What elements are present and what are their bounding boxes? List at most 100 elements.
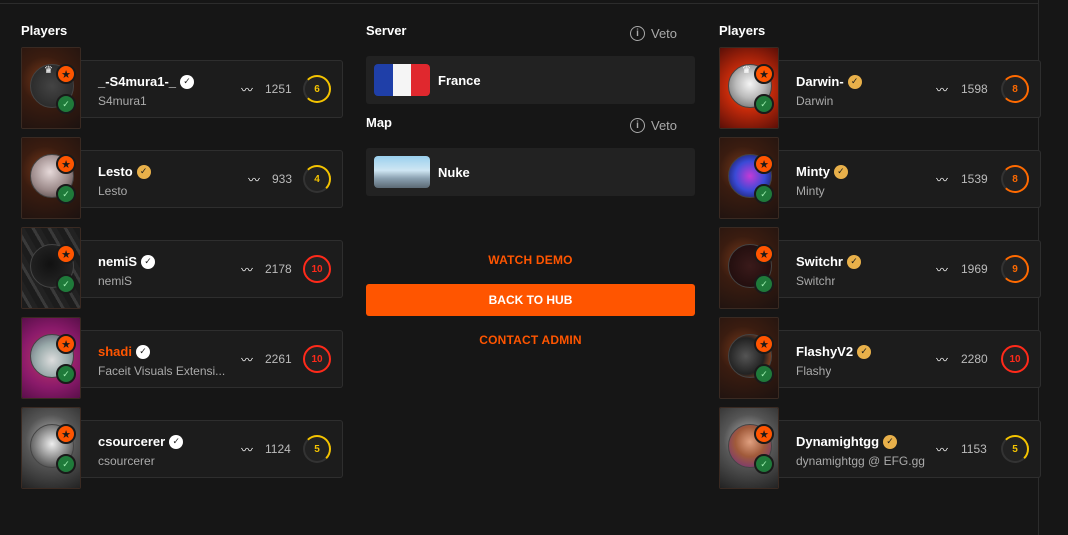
shield-icon: ✓ <box>56 274 76 294</box>
faceit-level-icon: ★ <box>754 244 774 264</box>
faceit-level-icon: ★ <box>56 154 76 174</box>
server-name: France <box>438 73 481 88</box>
verified-icon: ✓ <box>135 344 150 359</box>
avatar[interactable]: ★ ✓ <box>719 227 779 309</box>
shield-icon: ✓ <box>754 454 774 474</box>
france-flag-icon <box>374 64 430 96</box>
elo-icon: 〰 <box>241 443 254 457</box>
skill-level-badge: 8 <box>1001 75 1029 103</box>
player-left-3[interactable]: ★ ✓ nemiS ✓ nemiS 〰 2178 10 <box>21 227 343 309</box>
verified-icon: ✓ <box>847 74 862 89</box>
player-right-5[interactable]: ★ ✓ Dynamightgg ✓ dynamightgg @ EFG.gg 〰… <box>719 407 1041 489</box>
player-card[interactable]: Darwin- ✓ Darwin 〰 1598 8 <box>779 60 1041 118</box>
avatar[interactable]: ★ ✓ <box>719 407 779 489</box>
faceit-level-icon: ★ <box>56 244 76 264</box>
server-card: France <box>366 56 695 104</box>
player-card[interactable]: _-S4mura1-_ ✓ S4mura1 〰 1251 6 <box>81 60 343 118</box>
crown-icon: ♛ <box>44 65 53 76</box>
player-name[interactable]: Switchr <box>796 254 843 269</box>
veto-label: Veto <box>651 118 678 133</box>
skill-level-badge: 6 <box>303 75 331 103</box>
player-card[interactable]: Lesto ✓ Lesto 〰 933 4 <box>81 150 343 208</box>
elo-icon: 〰 <box>248 173 261 187</box>
player-card[interactable]: shadi ✓ Faceit Visuals Extensi... 〰 2261… <box>81 330 343 388</box>
skill-level-badge: 10 <box>303 255 331 283</box>
elo-value: 1153 <box>961 442 987 456</box>
player-subtitle: S4mura1 <box>98 94 147 108</box>
player-name[interactable]: Dynamightgg <box>796 434 879 449</box>
map-name: Nuke <box>438 165 470 180</box>
avatar[interactable]: ★ ✓ <box>21 407 81 489</box>
elo-icon: 〰 <box>936 443 949 457</box>
left-team-title: Players <box>21 23 68 38</box>
verified-icon: ✓ <box>136 164 151 179</box>
player-name[interactable]: Lesto <box>98 164 133 179</box>
player-right-4[interactable]: ★ ✓ FlashyV2 ✓ Flashy 〰 2280 10 <box>719 317 1041 399</box>
player-right-3[interactable]: ★ ✓ Switchr ✓ Switchr 〰 1969 9 <box>719 227 1041 309</box>
shield-icon: ✓ <box>56 184 76 204</box>
player-subtitle: Flashy <box>796 364 832 378</box>
player-right-2[interactable]: ★ ✓ Minty ✓ Minty 〰 1539 8 <box>719 137 1041 219</box>
elo-value: 1598 <box>961 82 988 96</box>
player-card[interactable]: FlashyV2 ✓ Flashy 〰 2280 10 <box>779 330 1041 388</box>
skill-level-badge: 4 <box>303 165 331 193</box>
avatar[interactable]: ★ ✓ <box>21 227 81 309</box>
faceit-level-icon: ★ <box>754 154 774 174</box>
verified-icon: ✓ <box>169 434 184 449</box>
back-to-hub-button[interactable]: BACK TO HUB <box>366 284 695 316</box>
map-thumbnail <box>374 156 430 188</box>
map-card: Nuke <box>366 148 695 196</box>
player-name[interactable]: Minty <box>796 164 830 179</box>
player-name[interactable]: Darwin- <box>796 74 844 89</box>
elo-value: 1251 <box>265 82 292 96</box>
player-right-1[interactable]: ♛ ★ ✓ Darwin- ✓ Darwin 〰 1598 8 <box>719 47 1041 129</box>
shield-icon: ✓ <box>56 364 76 384</box>
player-left-5[interactable]: ★ ✓ csourcerer ✓ csourcerer 〰 1124 5 <box>21 407 343 489</box>
avatar[interactable]: ★ ✓ <box>719 137 779 219</box>
player-card[interactable]: Dynamightgg ✓ dynamightgg @ EFG.gg 〰 115… <box>779 420 1041 478</box>
player-name[interactable]: _-S4mura1-_ <box>98 74 176 89</box>
player-left-1[interactable]: ♛ ★ ✓ _-S4mura1-_ ✓ S4mura1 〰 1251 6 <box>21 47 343 129</box>
info-icon[interactable]: i <box>630 26 645 41</box>
player-name[interactable]: shadi <box>98 344 132 359</box>
skill-level-badge: 10 <box>1001 345 1029 373</box>
contact-admin-button[interactable]: CONTACT ADMIN <box>366 333 695 347</box>
faceit-level-icon: ★ <box>56 334 76 354</box>
player-left-4[interactable]: ★ ✓ shadi ✓ Faceit Visuals Extensi... 〰 … <box>21 317 343 399</box>
shield-icon: ✓ <box>754 94 774 114</box>
avatar[interactable]: ★ ✓ <box>21 137 81 219</box>
veto-label: Veto <box>651 26 678 41</box>
watch-demo-button[interactable]: WATCH DEMO <box>366 253 695 267</box>
info-icon[interactable]: i <box>630 118 645 133</box>
elo-icon: 〰 <box>241 353 254 367</box>
avatar[interactable]: ★ ✓ <box>21 317 81 399</box>
elo-icon: 〰 <box>936 173 949 187</box>
player-card[interactable]: Switchr ✓ Switchr 〰 1969 9 <box>779 240 1041 298</box>
elo-icon: 〰 <box>241 263 254 277</box>
player-name[interactable]: FlashyV2 <box>796 344 853 359</box>
player-subtitle: Switchr <box>796 274 836 288</box>
player-name[interactable]: csourcerer <box>98 434 165 449</box>
player-name[interactable]: nemiS <box>98 254 137 269</box>
avatar[interactable]: ★ ✓ <box>719 317 779 399</box>
player-card[interactable]: Minty ✓ Minty 〰 1539 8 <box>779 150 1041 208</box>
player-card[interactable]: csourcerer ✓ csourcerer 〰 1124 5 <box>81 420 343 478</box>
elo-icon: 〰 <box>936 353 949 367</box>
faceit-level-icon: ★ <box>754 334 774 354</box>
elo-icon: 〰 <box>936 83 949 97</box>
faceit-level-icon: ★ <box>754 64 774 84</box>
player-left-2[interactable]: ★ ✓ Lesto ✓ Lesto 〰 933 4 <box>21 137 343 219</box>
shield-icon: ✓ <box>754 274 774 294</box>
verified-icon: ✓ <box>833 164 848 179</box>
server-label: Server <box>366 23 407 38</box>
elo-value: 1539 <box>961 172 988 186</box>
player-subtitle: Minty <box>796 184 825 198</box>
verified-icon: ✓ <box>883 434 898 449</box>
avatar[interactable]: ♛ ★ ✓ <box>21 47 81 129</box>
shield-icon: ✓ <box>754 364 774 384</box>
map-veto[interactable]: i Veto <box>630 118 677 133</box>
server-veto[interactable]: i Veto <box>630 26 677 41</box>
avatar[interactable]: ♛ ★ ✓ <box>719 47 779 129</box>
verified-icon: ✓ <box>857 344 872 359</box>
player-card[interactable]: nemiS ✓ nemiS 〰 2178 10 <box>81 240 343 298</box>
